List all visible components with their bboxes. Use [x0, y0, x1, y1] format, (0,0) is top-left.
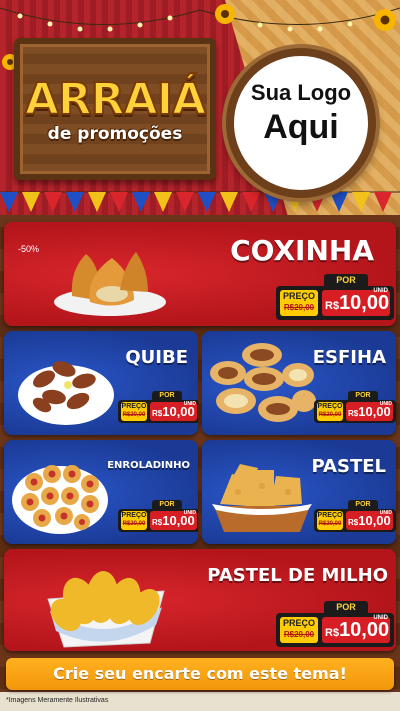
- preco-label: PREÇO: [282, 291, 315, 301]
- product-name: ENROLADINHO: [107, 460, 190, 471]
- price-tag: POR PREÇO R$20,00 R$10,00 UNID: [276, 601, 394, 647]
- promo-subtitle: de promoções: [47, 124, 183, 144]
- product-card-enroladinho[interactable]: ENROLADINHO POR PREÇO R$20,00 R$10,00 UNI…: [4, 440, 198, 544]
- logo-text-line1: Sua Logo: [250, 80, 352, 105]
- unid-label: UNID: [373, 288, 388, 294]
- old-price: R$20,00: [283, 303, 315, 312]
- por-label: POR: [152, 500, 182, 509]
- old-price: R$20,00: [122, 412, 146, 418]
- preco-label: PREÇO: [317, 403, 343, 410]
- por-label: POR: [152, 391, 182, 400]
- discount-label: -50%: [18, 244, 40, 254]
- por-label: POR: [324, 274, 368, 286]
- preco-label: PREÇO: [121, 403, 147, 410]
- old-price: R$20,00: [318, 521, 342, 527]
- footnote: *Imagens Meramente Ilustrativas: [6, 697, 109, 704]
- product-card-esfiha[interactable]: ESFIHA POR PREÇO R$20,00 R$10,00 UNID: [202, 331, 396, 435]
- unid-label: UNID: [379, 401, 392, 407]
- arraia-wooden-sign: ARRAIÁ de promoções: [14, 38, 216, 180]
- unid-label: UNID: [183, 510, 196, 516]
- flyer: ARRAIÁ de promoções Sua Logo Aqui -50% C…: [0, 0, 400, 711]
- product-card-pastel-de-milho[interactable]: PASTEL DE MILHO POR PREÇO R$20,00 R$10,00…: [4, 549, 396, 651]
- unid-label: UNID: [373, 615, 388, 621]
- product-name: ESFIHA: [312, 347, 386, 368]
- product-name: PASTEL DE MILHO: [207, 565, 388, 586]
- por-label: POR: [348, 391, 378, 400]
- old-price: R$20,00: [122, 521, 146, 527]
- price-tag: POR PREÇO R$20,00 R$10,00 UNID: [314, 391, 396, 423]
- price-tag: POR PREÇO R$20,00 R$10,00 UNID: [118, 500, 198, 532]
- product-card-coxinha[interactable]: -50% COXINHA POR PREÇO R$20,00 R$10,00 UN…: [4, 222, 396, 326]
- pastel-image: [212, 464, 312, 532]
- cta-button[interactable]: Crie seu encarte com este tema!: [6, 658, 394, 690]
- product-name: PASTEL: [311, 456, 386, 477]
- esfiha-image: [210, 343, 316, 422]
- promo-title: ARRAIÁ: [24, 73, 207, 126]
- product-name: COXINHA: [230, 234, 374, 267]
- quibe-image: [18, 361, 114, 425]
- preco-label: PREÇO: [317, 512, 343, 519]
- old-price: R$20,00: [318, 412, 342, 418]
- price-tag: POR PREÇO R$20,00 R$10,00 UNID: [314, 500, 396, 532]
- unid-label: UNID: [183, 401, 196, 407]
- unid-label: UNID: [379, 510, 392, 516]
- old-price: R$20,00: [283, 630, 315, 639]
- enroladinho-image: [12, 465, 108, 534]
- preco-label: PREÇO: [121, 512, 147, 519]
- por-label: POR: [324, 601, 368, 613]
- preco-label: PREÇO: [282, 618, 315, 628]
- product-card-pastel[interactable]: PASTEL POR PREÇO R$20,00 R$10,00 UNID: [202, 440, 396, 544]
- price-tag: POR PREÇO R$20,00 R$10,00 UNID: [276, 274, 394, 320]
- price-tag: POR PREÇO R$20,00 R$10,00 UNID: [118, 391, 198, 423]
- por-label: POR: [348, 500, 378, 509]
- product-card-quibe[interactable]: QUIBE POR PREÇO R$20,00 R$10,00 UNID: [4, 331, 198, 435]
- pastel-de-milho-image: [47, 571, 165, 648]
- product-name: QUIBE: [125, 347, 188, 368]
- logo-placeholder[interactable]: Sua Logo Aqui: [226, 48, 376, 198]
- logo-text-line2: Aqui: [263, 108, 339, 146]
- coxinha-image: [54, 252, 166, 316]
- header-banner: ARRAIÁ de promoções Sua Logo Aqui: [0, 0, 400, 215]
